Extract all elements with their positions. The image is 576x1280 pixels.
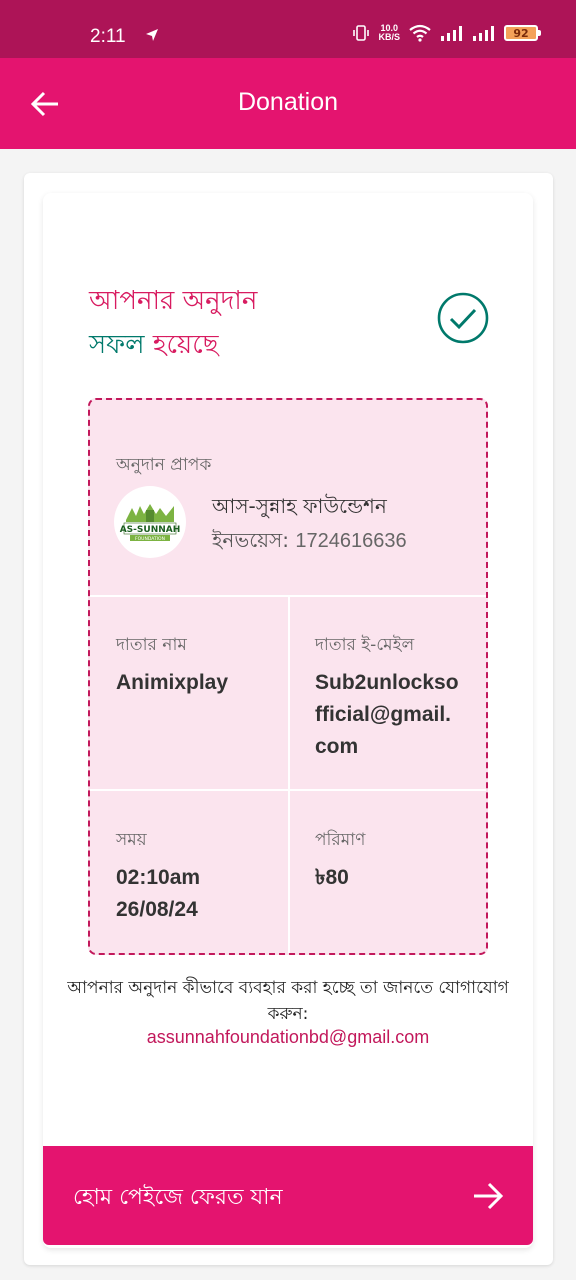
invoice-label: ইনভয়েস: bbox=[212, 528, 290, 552]
battery-level: 92 bbox=[513, 26, 529, 40]
donor-email: Sub2unlockso fficial@gmail. com bbox=[315, 671, 459, 758]
divider bbox=[288, 597, 290, 791]
contact-note: আপনার অনুদান কীভাবে ব্যবহার করা হচ্ছে তা… bbox=[67, 978, 509, 1024]
app-bar: Donation bbox=[0, 58, 576, 149]
receipt-container: আপনার অনুদান সফল হয়েছে অনুদান প্রাপক AS… bbox=[24, 173, 553, 1265]
signal-icon bbox=[441, 26, 462, 41]
divider bbox=[288, 791, 290, 953]
network-speed-unit: KB/S bbox=[378, 32, 400, 42]
time-label: সময় bbox=[116, 830, 147, 850]
donor-name: Animixplay bbox=[116, 671, 229, 694]
donor-email-label: দাতার ই-মেইল bbox=[315, 635, 415, 655]
receipt-card: আপনার অনুদান সফল হয়েছে অনুদান প্রাপক AS… bbox=[43, 193, 533, 1248]
status-bar: 2:11 10.0 KB/S 92 bbox=[0, 0, 576, 58]
amount-value: ৳80 bbox=[315, 866, 349, 889]
logo-text: AS-SUNNAH bbox=[120, 525, 181, 535]
donor-name-label: দাতার নাম bbox=[116, 635, 187, 655]
invoice: ইনভয়েস: 1724616636 bbox=[212, 526, 407, 559]
page-title: Donation bbox=[237, 88, 339, 116]
foundation-logo: AS-SUNNAH FOUNDATION bbox=[114, 486, 186, 558]
donation-details: অনুদান প্রাপক AS-SUNNAH FOUNDATION আস-সু… bbox=[88, 398, 488, 955]
time-value: 02:10am 26/08/24 bbox=[116, 862, 276, 926]
status-time: 2:11 bbox=[90, 26, 126, 47]
vibrate-icon bbox=[353, 25, 370, 41]
network-speed: 10.0 KB/S bbox=[378, 24, 400, 42]
check-circle-icon bbox=[437, 292, 489, 344]
logo-subtext: FOUNDATION bbox=[135, 536, 165, 542]
success-line-2-rest: হয়েছে bbox=[144, 330, 219, 360]
status-icons: 10.0 KB/S 92 bbox=[352, 24, 541, 42]
invoice-number: 1724616636 bbox=[295, 530, 407, 552]
arrow-right-icon bbox=[474, 1182, 504, 1210]
success-line-1: আপনার অনুদান bbox=[89, 286, 258, 316]
wifi-icon bbox=[409, 24, 431, 42]
recipient-name: আস-সুন্নাহ ফাউন্ডেশন bbox=[212, 494, 387, 518]
location-arrow-icon bbox=[146, 29, 158, 41]
success-word: সফল bbox=[89, 330, 145, 360]
time-value-time: 02:10am bbox=[116, 866, 201, 889]
back-to-home-button[interactable]: হোম পেইজে ফেরত যান bbox=[43, 1146, 533, 1245]
success-line-2: সফল হয়েছে bbox=[89, 323, 257, 367]
recipient-label: অনুদান প্রাপক bbox=[116, 455, 212, 475]
time-value-date: 26/08/24 bbox=[116, 898, 198, 921]
back-to-home-label: হোম পেইজে ফেরত যান bbox=[73, 1185, 283, 1210]
foundation-logo-image: AS-SUNNAH FOUNDATION bbox=[120, 504, 181, 542]
success-message: আপনার অনুদান সফল হয়েছে bbox=[89, 279, 257, 367]
battery-icon: 92 bbox=[504, 25, 541, 41]
contact-email-link[interactable]: assunnahfoundationbd@gmail.com bbox=[63, 1027, 513, 1048]
amount-label: পরিমাণ bbox=[315, 830, 366, 850]
signal-icon-2 bbox=[473, 26, 494, 41]
